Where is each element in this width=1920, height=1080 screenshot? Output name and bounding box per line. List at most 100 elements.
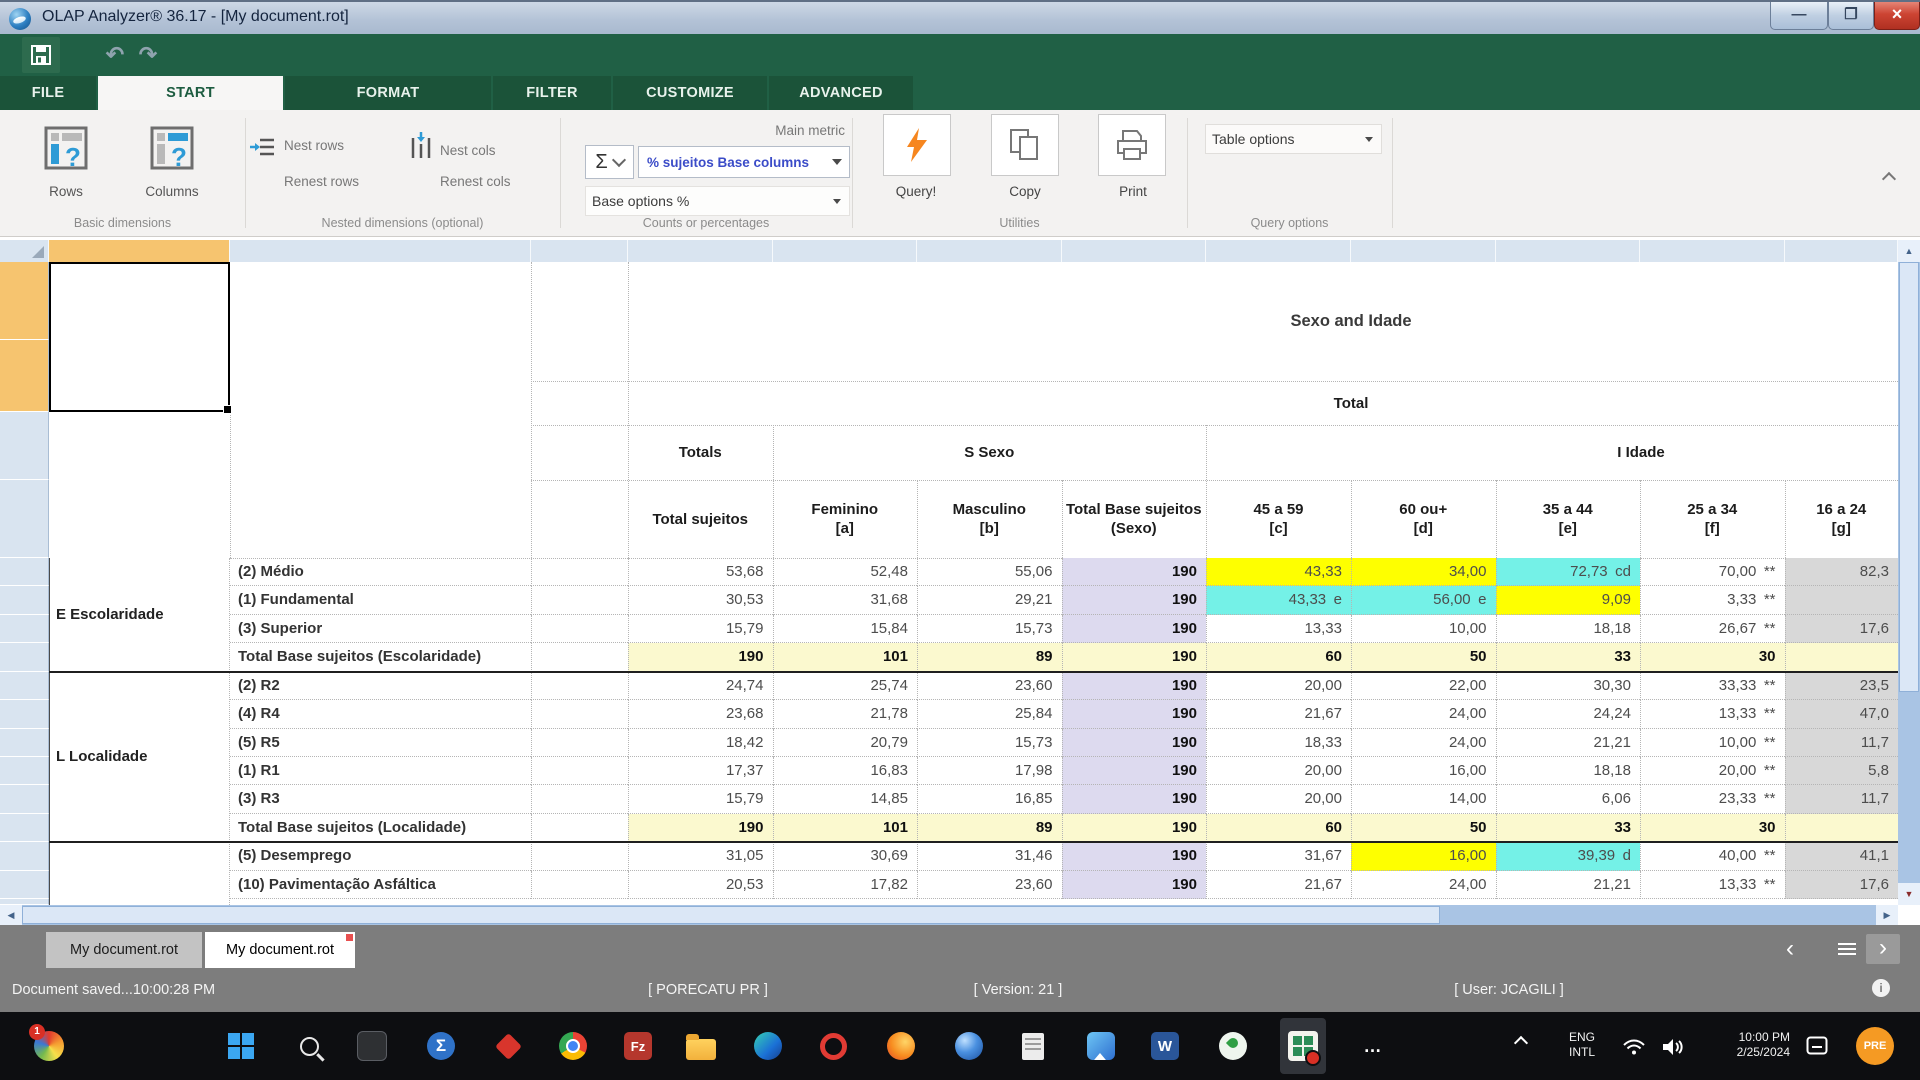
scroll-down-arrow[interactable]: ▼ bbox=[1898, 883, 1920, 905]
data-cell[interactable]: 17,98 bbox=[917, 757, 1062, 785]
document-tab-1[interactable]: My document.rot bbox=[205, 932, 355, 968]
clock[interactable]: 10:00 PM 2/25/2024 bbox=[1698, 1030, 1790, 1060]
renest-rows-button[interactable]: Renest rows bbox=[284, 174, 359, 189]
data-cell[interactable]: 11,7 bbox=[1785, 729, 1899, 757]
sigma-selector[interactable]: Σ bbox=[585, 145, 634, 179]
word-icon[interactable]: W bbox=[1142, 1018, 1188, 1074]
row-label[interactable]: (2) R2 bbox=[230, 672, 531, 700]
data-cell[interactable]: 31,05 bbox=[628, 842, 773, 870]
save-button[interactable] bbox=[22, 37, 60, 73]
more-icon[interactable]: … bbox=[1350, 1018, 1396, 1074]
row-label-gap-cell[interactable] bbox=[531, 729, 628, 757]
column-header-cell[interactable] bbox=[1062, 240, 1207, 262]
data-cell[interactable]: 70,00 ** bbox=[1640, 558, 1785, 586]
edge-icon[interactable] bbox=[745, 1018, 791, 1074]
data-cell[interactable]: 15,79 bbox=[628, 615, 773, 643]
ribbon-tab-start[interactable]: START bbox=[98, 76, 283, 110]
data-cell[interactable]: 55,06 bbox=[917, 558, 1062, 586]
data-cell[interactable]: 190 bbox=[1062, 615, 1207, 643]
row-header-cell[interactable] bbox=[0, 785, 49, 813]
data-cell[interactable]: 20,79 bbox=[773, 729, 918, 757]
row-label[interactable]: Total Base sujeitos (Escolaridade) bbox=[230, 643, 531, 671]
row-label[interactable]: (2) Médio bbox=[230, 558, 531, 586]
data-cell[interactable]: 24,00 bbox=[1351, 871, 1496, 899]
data-cell[interactable]: 23,33 ** bbox=[1640, 785, 1785, 813]
sigma-app-icon[interactable]: Σ bbox=[418, 1018, 464, 1074]
query-button[interactable] bbox=[883, 114, 951, 176]
vertical-scrollbar[interactable]: ▲▼ bbox=[1898, 240, 1920, 905]
maps-icon[interactable] bbox=[1210, 1018, 1256, 1074]
column-header-cell[interactable] bbox=[230, 240, 531, 262]
row-label-gap-cell[interactable] bbox=[531, 785, 628, 813]
data-cell[interactable]: 190 bbox=[1062, 672, 1207, 700]
data-cell[interactable]: 21,78 bbox=[773, 700, 918, 728]
row-header-cell[interactable] bbox=[0, 871, 49, 899]
data-cell[interactable]: 60 bbox=[1206, 814, 1351, 842]
notification-center-button[interactable] bbox=[1806, 1036, 1828, 1063]
data-cell[interactable]: 40,00 ** bbox=[1640, 842, 1785, 870]
data-cell[interactable]: 190 bbox=[1062, 586, 1207, 614]
data-cell[interactable]: 190 bbox=[1062, 785, 1207, 813]
data-cell[interactable] bbox=[1785, 814, 1899, 842]
data-cell[interactable]: 30,69 bbox=[773, 842, 918, 870]
redo-button[interactable]: ↷ bbox=[133, 34, 163, 76]
data-cell[interactable]: 20,00 bbox=[1206, 757, 1351, 785]
photos-icon[interactable] bbox=[1078, 1018, 1124, 1074]
scroll-right-arrow[interactable]: ▶ bbox=[1876, 905, 1898, 925]
row-label[interactable]: (10) Pavimentação Asfáltica bbox=[230, 871, 531, 899]
data-cell[interactable]: 3,33 ** bbox=[1640, 586, 1785, 614]
data-cell[interactable]: 43,33 bbox=[1206, 558, 1351, 586]
main-metric-dropdown[interactable]: % sujeitos Base columns bbox=[638, 146, 850, 178]
copy-button[interactable] bbox=[991, 114, 1059, 176]
document-tab-0[interactable]: My document.rot bbox=[46, 932, 202, 968]
data-cell[interactable]: 18,18 bbox=[1496, 615, 1641, 643]
row-label-gap-cell[interactable] bbox=[531, 700, 628, 728]
data-cell[interactable]: 56,00 e bbox=[1351, 586, 1496, 614]
data-cell[interactable]: 6,06 bbox=[1496, 785, 1641, 813]
data-cell[interactable] bbox=[1785, 586, 1899, 614]
data-cell[interactable]: 24,00 bbox=[1351, 729, 1496, 757]
data-cell[interactable]: 24,00 bbox=[1351, 700, 1496, 728]
diamond-app-icon[interactable] bbox=[485, 1018, 531, 1074]
row-header-cell[interactable] bbox=[0, 757, 49, 785]
data-cell[interactable]: 10,00 ** bbox=[1640, 729, 1785, 757]
row-header-cell[interactable] bbox=[0, 558, 49, 586]
data-cell[interactable]: 24,74 bbox=[628, 672, 773, 700]
data-cell[interactable]: 14,00 bbox=[1351, 785, 1496, 813]
row-header-cell[interactable] bbox=[0, 340, 49, 412]
data-cell[interactable]: 53,68 bbox=[628, 558, 773, 586]
notes-icon[interactable] bbox=[1010, 1018, 1056, 1074]
column-header-cell[interactable] bbox=[49, 240, 230, 262]
row-header-cell[interactable] bbox=[0, 480, 49, 558]
ribbon-tab-format[interactable]: FORMAT bbox=[285, 76, 491, 110]
language-indicator[interactable]: ENG INTL bbox=[1556, 1030, 1608, 1060]
data-cell[interactable]: 23,68 bbox=[628, 700, 773, 728]
column-header[interactable]: Total sujeitos bbox=[628, 480, 773, 558]
column-header-cell[interactable] bbox=[1785, 240, 1899, 262]
data-cell[interactable]: 47,0 bbox=[1785, 700, 1899, 728]
data-cell[interactable]: 15,73 bbox=[917, 615, 1062, 643]
data-cell[interactable]: 72,73 cd bbox=[1496, 558, 1641, 586]
data-cell[interactable]: 89 bbox=[917, 643, 1062, 671]
data-cell[interactable]: 33,33 ** bbox=[1640, 672, 1785, 700]
data-cell[interactable]: 16,83 bbox=[773, 757, 918, 785]
rows-button[interactable]: ? bbox=[40, 122, 92, 179]
data-cell[interactable]: 50 bbox=[1351, 814, 1496, 842]
column-group-header-total[interactable]: Total bbox=[772, 381, 1920, 425]
data-cell[interactable]: 190 bbox=[1062, 757, 1207, 785]
close-button[interactable]: × bbox=[1874, 2, 1920, 30]
data-cell[interactable]: 15,79 bbox=[628, 785, 773, 813]
column-header[interactable]: 60 ou+[d] bbox=[1351, 480, 1496, 558]
collapse-ribbon-button[interactable] bbox=[1884, 174, 1894, 184]
data-cell[interactable]: 21,67 bbox=[1206, 871, 1351, 899]
data-cell[interactable]: 20,00 ** bbox=[1640, 757, 1785, 785]
data-cell[interactable]: 15,73 bbox=[917, 729, 1062, 757]
column-header[interactable]: Feminino[a] bbox=[773, 480, 918, 558]
column-header-cell[interactable] bbox=[1496, 240, 1641, 262]
dimension-label[interactable]: L Localidade bbox=[49, 672, 230, 843]
filezilla-icon[interactable]: Fz bbox=[615, 1018, 661, 1074]
nest-rows-button[interactable]: Nest rows bbox=[284, 138, 344, 153]
data-cell[interactable]: 26,67 ** bbox=[1640, 615, 1785, 643]
row-label[interactable]: (1) Fundamental bbox=[230, 586, 531, 614]
data-cell[interactable]: 190 bbox=[1062, 558, 1207, 586]
